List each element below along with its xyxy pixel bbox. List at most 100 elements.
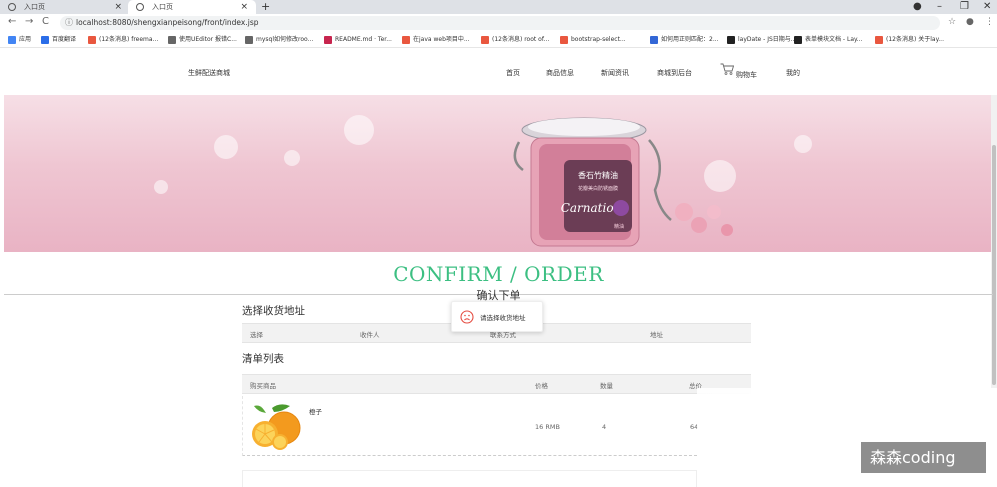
forward-icon[interactable]: → xyxy=(25,16,33,27)
profile-icon[interactable]: ● xyxy=(913,0,922,13)
bookmark-item[interactable]: bootstrap-select... xyxy=(560,35,626,45)
browser-tab-bar: 入口页 × 入口页 × + ● – ❐ ✕ xyxy=(0,0,997,14)
bookmark-label: (12条消息) freema... xyxy=(99,36,159,43)
bookmark-favicon-icon xyxy=(650,36,658,44)
toast-message: 请选择收货地址 xyxy=(451,301,543,332)
bookmark-item[interactable]: mysql如何修改roo... xyxy=(245,35,313,45)
bookmark-label: README.md · Ter... xyxy=(335,36,392,43)
tab-close-icon[interactable]: × xyxy=(240,0,248,14)
info-icon: ⓘ xyxy=(65,18,73,27)
cart-icon[interactable] xyxy=(720,63,734,75)
new-tab-button[interactable]: + xyxy=(261,0,270,13)
toast-text: 请选择收货地址 xyxy=(480,314,526,322)
browser-tab-2[interactable]: 入口页 × xyxy=(128,0,256,14)
bookmark-item[interactable]: 表单模块文档 - Lay... xyxy=(794,35,862,45)
flower-icon xyxy=(613,200,629,216)
tab-close-icon[interactable]: × xyxy=(114,0,122,14)
order-list-table: 购买商品 价格 数量 总价 xyxy=(242,374,751,395)
order-summary-box xyxy=(242,470,697,487)
star-icon[interactable]: ☆ xyxy=(948,17,956,27)
reload-icon[interactable]: C xyxy=(42,16,49,27)
bookmark-label: mysql如何修改roo... xyxy=(256,36,314,43)
bookmark-favicon-icon xyxy=(8,36,16,44)
tab-title: 入口页 xyxy=(152,3,173,11)
bookmark-label: bootstrap-select... xyxy=(571,36,626,43)
col-quantity: 数量 xyxy=(600,382,613,390)
bookmark-item[interactable]: 如何用正则匹配：2... xyxy=(650,35,719,45)
bookmark-label: (12条消息) 关于lay... xyxy=(886,36,944,43)
tab-title: 入口页 xyxy=(24,3,45,11)
jar-label-title: 香石竹精油 xyxy=(578,170,618,180)
bokeh-light xyxy=(284,150,300,166)
bookmark-item[interactable]: (12条消息) freema... xyxy=(88,35,158,45)
bokeh-light xyxy=(344,115,374,145)
account-icon[interactable]: ● xyxy=(966,17,974,27)
bookmark-label: (12条消息) root of... xyxy=(492,36,550,43)
bookmarks-bar: 应用 百度翻译 (12条消息) freema... 使用UEditor 报错C... m… xyxy=(0,32,997,48)
bookmark-item[interactable]: 应用 xyxy=(8,35,31,45)
bokeh-light xyxy=(214,135,238,159)
back-icon[interactable]: ← xyxy=(8,16,16,27)
globe-icon xyxy=(136,3,144,11)
nav-products[interactable]: 商品信息 xyxy=(546,68,574,78)
minimize-icon[interactable]: – xyxy=(937,0,942,13)
bookmark-item[interactable]: (12条消息) root of... xyxy=(481,35,549,45)
nav-admin[interactable]: 商城到后台 xyxy=(657,68,692,78)
confirm-order-title: CONFIRM / ORDER xyxy=(393,262,604,286)
col-select: 选择 xyxy=(250,331,263,339)
bookmark-label: 在java web项目中... xyxy=(413,36,470,43)
bookmark-label: 如何用正则匹配：2... xyxy=(661,36,719,43)
col-price: 价格 xyxy=(535,382,548,390)
bookmark-item[interactable]: 百度翻译 xyxy=(41,35,76,45)
bookmark-item[interactable]: README.md · Ter... xyxy=(324,35,392,45)
bookmark-label: 应用 xyxy=(19,36,32,43)
bookmark-favicon-icon xyxy=(324,36,332,44)
browser-tab-1[interactable]: 入口页 × xyxy=(0,0,130,14)
col-recipient: 收件人 xyxy=(360,331,380,339)
bookmark-favicon-icon xyxy=(88,36,96,44)
rose-icon xyxy=(721,224,733,236)
order-list-header: 购买商品 价格 数量 总价 xyxy=(242,374,751,394)
address-bar-row: ← → C ⓘ localhost:8080/shengxianpeisong/… xyxy=(0,14,997,32)
watermark: 森森coding xyxy=(861,442,986,473)
bookmark-favicon-icon xyxy=(168,36,176,44)
site-brand[interactable]: 生鲜配送商城 xyxy=(188,68,230,78)
rose-icon xyxy=(675,203,693,221)
bookmark-label: 表单模块文档 - Lay... xyxy=(805,36,863,43)
nav-cart[interactable]: 购物车 xyxy=(736,70,757,80)
bookmark-favicon-icon xyxy=(875,36,883,44)
bookmark-item[interactable]: 在java web项目中... xyxy=(402,35,470,45)
list-section-title: 清单列表 xyxy=(242,353,284,365)
bookmark-favicon-icon xyxy=(727,36,735,44)
address-section-title: 选择收货地址 xyxy=(242,305,305,317)
product-price: 16 RMB xyxy=(535,423,560,431)
bookmark-favicon-icon xyxy=(481,36,489,44)
bookmark-item[interactable]: 使用UEditor 报错C... xyxy=(168,35,237,45)
jar-illustration: 香石竹精油 花瓣美白防锈面膜 Carnation 精油 xyxy=(513,117,733,247)
jar-label-subtitle: 花瓣美白防锈面膜 xyxy=(578,185,618,192)
nav-home[interactable]: 首页 xyxy=(506,68,520,78)
globe-icon xyxy=(8,3,16,11)
nav-news[interactable]: 新闻资讯 xyxy=(601,68,629,78)
table-row: 橙子 16 RMB 4 64 xyxy=(242,396,698,456)
bookmark-item[interactable]: (12条消息) 关于lay... xyxy=(875,35,944,45)
col-product: 购买商品 xyxy=(250,382,276,390)
rose-icon xyxy=(707,205,721,219)
orange-product-image[interactable] xyxy=(250,402,302,450)
url-text: localhost:8080/shengxianpeisong/front/in… xyxy=(76,18,259,27)
bokeh-light xyxy=(794,135,812,153)
bookmark-favicon-icon xyxy=(402,36,410,44)
menu-icon[interactable]: ⋮ xyxy=(985,17,994,27)
maximize-icon[interactable]: ❐ xyxy=(960,0,969,13)
jar-label-tag: 精油 xyxy=(614,223,624,230)
sad-face-icon xyxy=(460,310,474,324)
promo-banner: 香石竹精油 花瓣美白防锈面膜 Carnation 精油 xyxy=(4,95,993,252)
bookmark-label: 百度翻译 xyxy=(52,36,77,43)
bookmark-item[interactable]: layDate - JS日期与... xyxy=(727,35,797,45)
rose-icon xyxy=(691,217,707,233)
url-input[interactable]: ⓘ localhost:8080/shengxianpeisong/front/… xyxy=(60,16,940,30)
product-name[interactable]: 橙子 xyxy=(309,406,322,416)
bookmark-favicon-icon xyxy=(560,36,568,44)
window-close-icon[interactable]: ✕ xyxy=(983,0,991,13)
nav-mine[interactable]: 我的 xyxy=(786,68,800,78)
